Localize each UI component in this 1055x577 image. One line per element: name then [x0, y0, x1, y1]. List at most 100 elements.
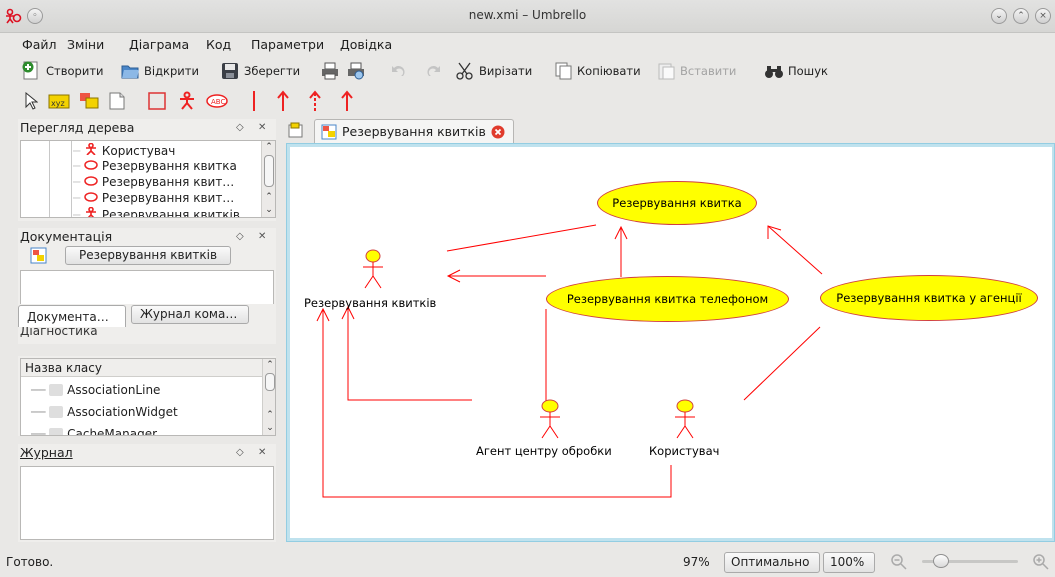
tree-item[interactable]: ─ Резервування квитка: [73, 159, 237, 173]
new-button[interactable]: Створити: [22, 59, 104, 83]
tab-command-history[interactable]: Журнал кома…: [131, 305, 249, 324]
scroll-down-icon[interactable]: ⌄: [263, 204, 275, 216]
new-document-icon: [22, 61, 42, 81]
uni-association-icon[interactable]: [336, 89, 358, 113]
zoom-in-icon[interactable]: [1033, 554, 1049, 573]
save-button[interactable]: Зберегти: [220, 59, 300, 83]
close-panel-icon[interactable]: ✕: [258, 119, 266, 136]
new-tab-icon[interactable]: [288, 122, 304, 141]
documentation-header: Документація ◇ ✕: [18, 228, 276, 246]
minimize-icon[interactable]: ⌄: [991, 8, 1007, 24]
documentation-textarea[interactable]: [20, 270, 274, 304]
float-panel-icon[interactable]: ◇: [236, 228, 244, 245]
menu-file[interactable]: Файл: [22, 37, 57, 52]
zoom-out-icon[interactable]: [891, 554, 907, 573]
tree-item[interactable]: ─ Резервування квит…: [73, 191, 234, 205]
copy-icon: [553, 61, 573, 81]
generalization-line: [347, 307, 472, 401]
scroll-down-icon[interactable]: ⌄: [264, 422, 275, 434]
usecase-ticket-reservation[interactable]: Резервування квитка: [597, 181, 757, 225]
close-tab-icon[interactable]: [491, 125, 505, 139]
class-list-panel: Назва класу ── AssociationLine ── Associ…: [18, 356, 276, 436]
close-panel-icon[interactable]: ✕: [258, 228, 266, 245]
undo-button[interactable]: [388, 59, 408, 83]
diagram-tab-bar: Резервування квитків: [284, 117, 1055, 143]
paste-button[interactable]: Вставити: [656, 59, 736, 83]
print-button[interactable]: [320, 59, 340, 83]
menu-settings[interactable]: Параметри: [251, 37, 324, 52]
usecase-agency-reservation[interactable]: Резервування квитка у агенції: [820, 275, 1038, 321]
actor-figure-icon[interactable]: [672, 399, 698, 443]
open-button[interactable]: Відкрити: [120, 59, 199, 83]
association-icon[interactable]: [243, 89, 265, 113]
tab-documentation[interactable]: Документа…: [18, 305, 126, 327]
select-arrow-icon[interactable]: [20, 89, 42, 113]
scroll-thumb[interactable]: [265, 373, 275, 391]
tab-diagram[interactable]: Резервування квитків: [314, 119, 514, 143]
scroll-up-icon[interactable]: ⌃: [263, 141, 275, 153]
menu-edit[interactable]: Зміни: [67, 37, 104, 52]
print-preview-button[interactable]: [346, 59, 366, 83]
tree-item[interactable]: ─ Резервування квитків: [73, 207, 240, 217]
close-panel-icon[interactable]: ✕: [258, 444, 266, 461]
class-item[interactable]: ── AssociationLine: [31, 383, 160, 397]
text-line-icon[interactable]: xyz: [48, 89, 70, 113]
usecase-phone-reservation[interactable]: Резервування квитка телефоном: [546, 276, 789, 322]
find-button[interactable]: Пошук: [764, 59, 828, 83]
scissors-icon: [455, 61, 475, 81]
close-window-icon[interactable]: ×: [1035, 8, 1051, 24]
zoom-100-button[interactable]: 100%: [823, 552, 875, 573]
scroll-up-icon[interactable]: ⌃: [264, 359, 275, 371]
diagnostics-title: Діагностика: [20, 327, 98, 337]
class-list[interactable]: Назва класу ── AssociationLine ── Associ…: [20, 358, 276, 436]
zoom-percent: 97%: [683, 555, 710, 569]
diagram-type-icon: [30, 247, 48, 268]
menu-code[interactable]: Код: [206, 37, 231, 52]
box-icon[interactable]: [146, 89, 168, 113]
generalization-icon[interactable]: [272, 89, 294, 113]
tree-item[interactable]: ─ Користувач: [73, 142, 175, 158]
float-panel-icon[interactable]: ◇: [236, 119, 244, 136]
anchor-icon[interactable]: [106, 89, 128, 113]
usecase-icon: [84, 160, 98, 170]
status-text: Готово.: [6, 555, 54, 569]
note-icon[interactable]: [78, 89, 100, 113]
class-icon: [49, 384, 64, 396]
actor-figure-icon[interactable]: [537, 399, 563, 443]
zoom-slider-handle[interactable]: [933, 554, 949, 568]
float-panel-icon[interactable]: ◇: [236, 444, 244, 461]
diagram-canvas[interactable]: Резервування квитка Резервування квитка …: [290, 147, 1052, 538]
menu-diagram[interactable]: Діаграма: [129, 37, 189, 52]
redo-button[interactable]: [424, 59, 444, 83]
actor-icon: [86, 207, 97, 217]
usecase-icon: [84, 176, 98, 186]
cut-label: Вирізати: [479, 64, 533, 78]
class-scrollbar[interactable]: ⌃ ⌃ ⌄: [262, 359, 275, 435]
log-output[interactable]: [20, 466, 274, 540]
actor-figure-icon[interactable]: [360, 249, 386, 293]
class-list-header[interactable]: Назва класу: [21, 359, 263, 377]
tree-item[interactable]: ─ Резервування квит…: [73, 175, 234, 189]
scroll-thumb[interactable]: [264, 155, 274, 187]
dependency-icon[interactable]: [304, 89, 326, 113]
copy-label: Копіювати: [577, 64, 641, 78]
tree-item-label: Резервування квит…: [101, 191, 235, 205]
log-panel: Журнал ◇ ✕: [18, 444, 276, 542]
scroll-up-icon[interactable]: ⌃: [264, 409, 275, 421]
copy-button[interactable]: Копіювати: [553, 59, 641, 83]
zoom-optimal-button[interactable]: Оптимально: [724, 552, 820, 573]
menu-help[interactable]: Довідка: [340, 37, 392, 52]
tree-item-label: Резервування квитка: [101, 159, 237, 173]
maximize-icon[interactable]: ⌃: [1013, 8, 1029, 24]
scroll-up-icon[interactable]: ⌃: [263, 191, 275, 203]
tree-item-label: Резервування квит…: [101, 175, 235, 189]
cut-button[interactable]: Вирізати: [455, 59, 532, 83]
save-disk-icon: [220, 61, 240, 81]
class-item[interactable]: ── CacheManager: [31, 427, 158, 436]
class-item[interactable]: ── AssociationWidget: [31, 405, 178, 419]
actor-icon[interactable]: [176, 89, 198, 113]
tree-list[interactable]: ─ Користувач ─ Резервування квитка ─ Рез…: [20, 140, 276, 218]
tree-scrollbar[interactable]: ⌃ ⌃ ⌄: [261, 141, 275, 217]
usecase-icon[interactable]: ABC: [206, 89, 228, 113]
class-item-label: CacheManager: [67, 427, 158, 436]
